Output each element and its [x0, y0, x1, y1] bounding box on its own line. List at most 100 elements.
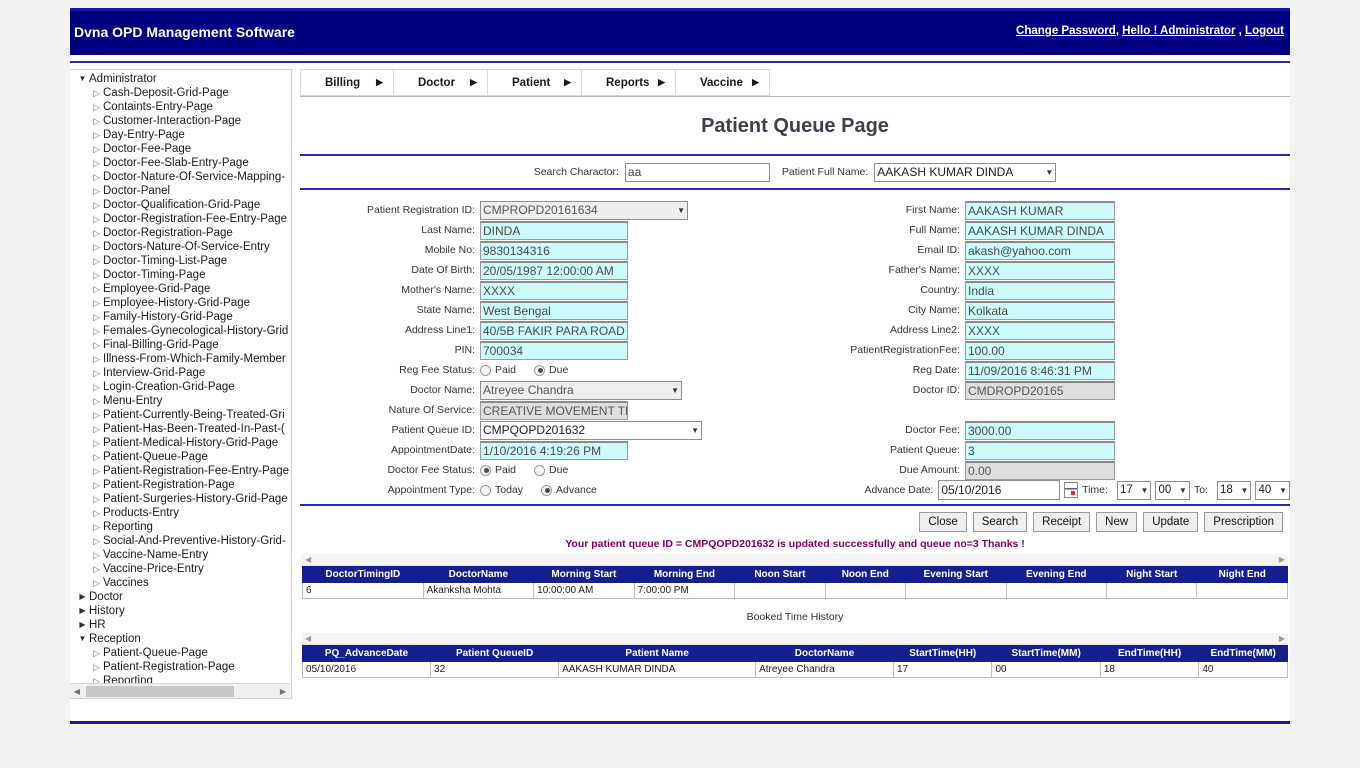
sidebar-item[interactable]: ▷ Doctor-Timing-Page: [76, 268, 291, 282]
sidebar-item[interactable]: ▷ Patient-Registration-Fee-Entry-Page: [76, 464, 291, 478]
menu-item-patient[interactable]: Patient ▶: [488, 69, 582, 96]
reg-fee-status-radio-group[interactable]: Paid Due: [480, 364, 568, 376]
sidebar-item[interactable]: ▷ Customer-Interaction-Page: [76, 114, 291, 128]
scroll-right-icon[interactable]: ▶: [1279, 555, 1285, 564]
sidebar-item[interactable]: ▷ Illness-From-Which-Family-Member: [76, 352, 291, 366]
chevron-right-icon[interactable]: ▷: [90, 338, 103, 352]
chevron-right-icon[interactable]: ▷: [90, 254, 103, 268]
menu-item-billing[interactable]: Billing ▶: [300, 69, 394, 96]
chevron-right-icon[interactable]: ▷: [90, 352, 103, 366]
advance-date-input[interactable]: [938, 480, 1061, 500]
chevron-right-icon[interactable]: ▷: [90, 506, 103, 520]
appointment-today-radio[interactable]: [480, 484, 491, 496]
sidebar-item[interactable]: ▷ Doctor-Qualification-Grid-Page: [76, 198, 291, 212]
sidebar-horizontal-scrollbar[interactable]: ◀ ▶: [70, 683, 290, 698]
sidebar-item[interactable]: ▷ Patient-Surgeries-History-Grid-Page: [76, 492, 291, 506]
patient-registration-id-select[interactable]: CMPROPD20161634 ▼: [480, 200, 688, 220]
menu-item-reports[interactable]: Reports ▶: [582, 69, 676, 96]
time-from-minute-select[interactable]: 00 ▼: [1155, 480, 1190, 500]
doctor-fee-status-radio-group[interactable]: Paid Due: [480, 464, 568, 476]
prescription-button[interactable]: Prescription: [1204, 512, 1283, 532]
sidebar-item[interactable]: ▷ Doctor-Panel: [76, 184, 291, 198]
chevron-right-icon[interactable]: ▷: [90, 436, 103, 450]
chevron-right-icon[interactable]: ▷: [90, 296, 103, 310]
chevron-right-icon[interactable]: ▷: [90, 478, 103, 492]
menu-item-doctor[interactable]: Doctor ▶: [394, 69, 488, 96]
chevron-right-icon[interactable]: ▷: [90, 408, 103, 422]
doctor-fee-input[interactable]: 3000.00: [965, 420, 1115, 440]
sidebar-item[interactable]: ▷ Interview-Grid-Page: [76, 366, 291, 380]
chevron-right-icon[interactable]: ▷: [90, 128, 103, 142]
sidebar-item[interactable]: ▼ Administrator: [76, 72, 291, 86]
search-input[interactable]: [624, 162, 770, 182]
greeting-admin-link[interactable]: Hello ! Administrator: [1122, 25, 1235, 37]
chevron-right-icon[interactable]: ▷: [90, 198, 103, 212]
chevron-right-icon[interactable]: ▷: [90, 450, 103, 464]
sidebar-item[interactable]: ▶ History: [76, 604, 291, 618]
chevron-right-icon[interactable]: ▷: [90, 562, 103, 576]
sidebar-item[interactable]: ▷ Doctor-Fee-Slab-Entry-Page: [76, 156, 291, 170]
new-button[interactable]: New: [1096, 512, 1138, 532]
chevron-right-icon[interactable]: ▷: [90, 660, 103, 674]
sidebar-item[interactable]: ▷ Patient-Currently-Being-Treated-Gri: [76, 408, 291, 422]
chevron-right-icon[interactable]: ▷: [90, 142, 103, 156]
sidebar-item[interactable]: ▷ Vaccine-Name-Entry: [76, 548, 291, 562]
chevron-right-icon[interactable]: ▷: [90, 226, 103, 240]
sidebar-item[interactable]: ▷ Vaccine-Price-Entry: [76, 562, 291, 576]
chevron-right-icon[interactable]: ▷: [90, 576, 103, 590]
menu-item-vaccine[interactable]: Vaccine ▶: [676, 69, 770, 96]
city-name-input[interactable]: Kolkata: [965, 300, 1115, 320]
scroll-right-icon[interactable]: ▶: [1279, 634, 1285, 643]
chevron-right-icon[interactable]: ▷: [90, 310, 103, 324]
sidebar-item[interactable]: ▷ Patient-Queue-Page: [76, 450, 291, 464]
scrollbar-thumb[interactable]: [86, 685, 234, 697]
patient-registration-fee-input[interactable]: 100.00: [965, 340, 1115, 360]
sidebar-item[interactable]: ▷ Containts-Entry-Page: [76, 100, 291, 114]
address-line2-input[interactable]: XXXX: [965, 320, 1115, 340]
nature-of-service-input[interactable]: CREATIVE MOVEMENT TH: [480, 400, 628, 420]
appointment-advance-radio[interactable]: [541, 484, 553, 496]
chevron-right-icon[interactable]: ▷: [90, 380, 103, 394]
patient-queue-id-select[interactable]: CMPQOPD201632 ▼: [480, 420, 702, 440]
chevron-right-icon[interactable]: ▷: [90, 324, 103, 338]
receipt-button[interactable]: Receipt: [1033, 512, 1091, 532]
sidebar-item[interactable]: ▷ Products-Entry: [76, 506, 291, 520]
sidebar-item[interactable]: ▷ Doctor-Registration-Fee-Entry-Page: [76, 212, 291, 226]
chevron-down-icon[interactable]: ▼: [76, 72, 89, 86]
time-to-minute-select[interactable]: 40 ▼: [1255, 480, 1290, 500]
table-row[interactable]: 05/10/2016 32 AAKASH KUMAR DINDA Atreyee Ch…: [301, 661, 1288, 678]
chevron-right-icon[interactable]: ▷: [90, 492, 103, 506]
calendar-icon[interactable]: [1064, 482, 1079, 498]
sidebar-item[interactable]: ▷ Doctor-Timing-List-Page: [76, 254, 291, 268]
close-button[interactable]: Close: [919, 512, 967, 532]
email-id-input[interactable]: akash@yahoo.com: [965, 240, 1115, 260]
sidebar-item[interactable]: ▷ Doctor-Nature-Of-Service-Mapping-: [76, 170, 291, 184]
patient-full-name-select[interactable]: AAKASH KUMAR DINDA ▼: [874, 162, 1057, 182]
chevron-right-icon[interactable]: ▷: [90, 548, 103, 562]
patient-queue-input[interactable]: 3: [965, 440, 1115, 460]
full-name-input[interactable]: AAKASH KUMAR DINDA: [965, 220, 1115, 240]
chevron-right-icon[interactable]: ▷: [90, 170, 103, 184]
time-from-hour-select[interactable]: 17 ▼: [1116, 480, 1152, 500]
reg-date-input[interactable]: 11/09/2016 8:46:31 PM: [965, 360, 1115, 380]
sidebar-item[interactable]: ▷ Patient-Has-Been-Treated-In-Past-(: [76, 422, 291, 436]
scroll-left-icon[interactable]: ◀: [70, 687, 84, 696]
sidebar-item[interactable]: ▷ Patient-Medical-History-Grid-Page: [76, 436, 291, 450]
address-line1-input[interactable]: 40/5B FAKIR PARA ROAD: [480, 320, 628, 340]
chevron-right-icon[interactable]: ▷: [90, 268, 103, 282]
sidebar-nav[interactable]: ▼ Administrator ▷ Cash-Deposit-Grid-Page ▷ Co…: [70, 69, 292, 699]
chevron-right-icon[interactable]: ▷: [90, 422, 103, 436]
sidebar-item[interactable]: ▷ Family-History-Grid-Page: [76, 310, 291, 324]
scroll-right-icon[interactable]: ▶: [276, 687, 290, 696]
sidebar-item[interactable]: ▷ Login-Creation-Grid-Page: [76, 380, 291, 394]
sidebar-item[interactable]: ▶ HR: [76, 618, 291, 632]
reg-fee-paid-radio[interactable]: [480, 364, 491, 376]
chevron-right-icon[interactable]: ▷: [90, 520, 103, 534]
mobile-no-input[interactable]: 9830134316: [480, 240, 628, 260]
chevron-right-icon[interactable]: ▶: [76, 604, 89, 618]
sidebar-item[interactable]: ▷ Reporting: [76, 520, 291, 534]
table-row[interactable]: 6 Akanksha Mohta 10:00:00 AM 7:00:00 PM: [302, 582, 1288, 599]
sidebar-item[interactable]: ▶ Doctor: [76, 590, 291, 604]
chevron-right-icon[interactable]: ▷: [90, 464, 103, 478]
update-button[interactable]: Update: [1143, 512, 1199, 532]
